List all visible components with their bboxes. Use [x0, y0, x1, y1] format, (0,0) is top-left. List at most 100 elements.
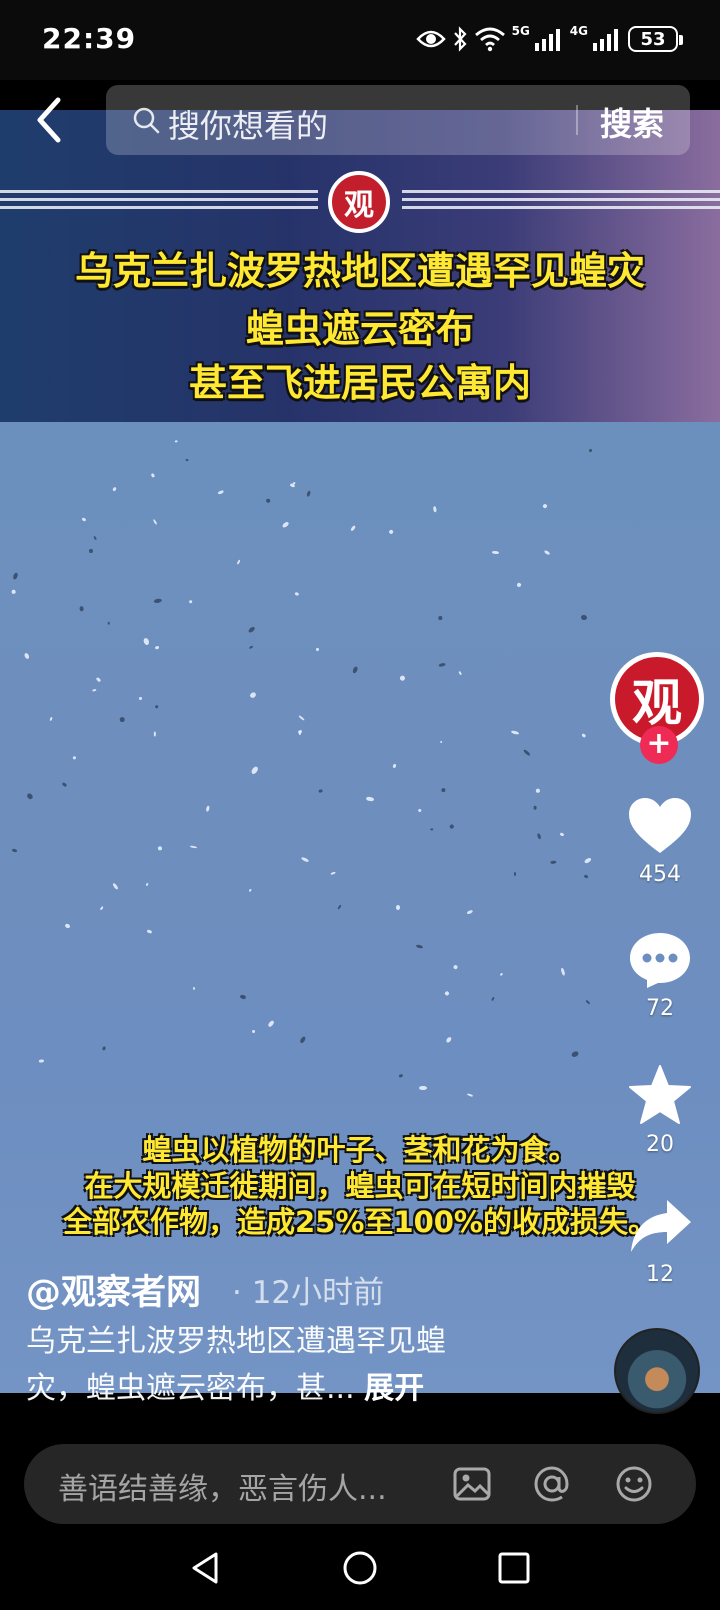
locust-speck [119, 716, 125, 722]
image-icon[interactable] [452, 1464, 492, 1504]
author-name[interactable]: @观察者网 [26, 1264, 201, 1315]
locust-speck [559, 832, 565, 837]
locust-speck [330, 870, 336, 875]
share-button[interactable]: 12 [620, 1196, 700, 1287]
status-icons: 5G 4G 53 [415, 22, 683, 56]
emoji-icon[interactable] [614, 1464, 654, 1504]
channel-logo-badge: 观 [328, 171, 390, 233]
locust-speck [23, 652, 30, 659]
locust-speck [153, 598, 162, 604]
video-caption-line3: 全部农作物，造成25%至100%的收成损失。 [62, 1205, 657, 1239]
share-count: 12 [646, 1262, 674, 1287]
favorite-button[interactable]: 20 [620, 1064, 700, 1157]
comment-button[interactable]: 72 [620, 930, 700, 1021]
at-icon[interactable] [532, 1464, 572, 1504]
locust-speck [398, 674, 406, 682]
locust-speck [532, 805, 537, 810]
locust-speck [251, 1029, 256, 1034]
locust-speck [111, 486, 117, 491]
description-line2: 灾，蝗虫遮云密布，甚... [26, 1371, 355, 1406]
locust-speck [89, 548, 94, 553]
locust-speck [151, 472, 156, 478]
comment-input-bar[interactable]: 善语结善缘，恶言伤人... [24, 1444, 696, 1524]
locust-speck [11, 848, 18, 853]
locust-speck [439, 740, 443, 744]
locust-speck [318, 788, 323, 793]
signal-4g-label: 4G [569, 24, 588, 38]
locust-speck [398, 1073, 404, 1079]
status-time: 22:39 [42, 22, 137, 55]
locust-speck [559, 967, 566, 976]
locust-speck [491, 550, 500, 555]
heart-icon [629, 798, 691, 853]
back-icon[interactable] [28, 92, 68, 148]
nav-recent-icon[interactable] [494, 1548, 534, 1588]
locust-speck [102, 1046, 107, 1052]
locust-speck [445, 1036, 453, 1044]
banner-stripes-left [0, 190, 318, 212]
comment-count: 72 [646, 996, 674, 1021]
comment-icon [630, 933, 690, 988]
locust-speck [294, 591, 300, 597]
locust-speck [93, 535, 98, 541]
locust-speck [589, 449, 593, 453]
video-title-line2: 蝗虫遮云密布 [245, 307, 474, 351]
nav-back-icon[interactable] [186, 1548, 226, 1588]
locust-speck [542, 503, 548, 509]
expand-button[interactable]: 展开 [364, 1371, 424, 1406]
locust-speck [152, 730, 156, 737]
signal-5g-icon [534, 29, 560, 51]
locust-speck [352, 665, 359, 674]
search-icon [133, 107, 160, 134]
battery-indicator: 53 [628, 26, 683, 52]
locust-speck [298, 731, 302, 736]
locust-speck [417, 808, 422, 813]
locust-speck [281, 520, 290, 529]
search-divider [576, 105, 578, 135]
locust-speck [157, 846, 163, 851]
locust-speck [537, 833, 543, 841]
locust-speck [95, 676, 102, 683]
locust-speck [513, 871, 516, 877]
locust-speck [583, 874, 590, 879]
locust-speck [139, 697, 143, 701]
locust-speck [429, 828, 434, 831]
locust-speck [440, 787, 446, 793]
locust-speck [49, 716, 53, 722]
locust-speck [250, 766, 260, 776]
locust-speck [218, 489, 225, 495]
video-title-line3: 甚至飞进居民公寓内 [188, 361, 531, 405]
like-button[interactable]: 454 [620, 796, 700, 887]
locust-speck [79, 606, 84, 613]
locust-speck [458, 671, 463, 676]
locust-speck [306, 490, 312, 497]
locust-speck [535, 787, 540, 793]
locust-speck [466, 1093, 473, 1098]
locust-speck [510, 730, 519, 736]
music-disc[interactable] [614, 1328, 700, 1414]
video-description[interactable]: 乌克兰扎波罗热地区遭遇罕见蝗 灾，蝗虫遮云密布，甚... 展开 [26, 1318, 546, 1412]
locust-speck [516, 582, 522, 588]
signal-4g-icon [593, 29, 618, 51]
locust-speck [451, 964, 459, 971]
locust-speck [185, 459, 190, 463]
locust-speck [142, 637, 150, 646]
locust-speck [396, 904, 401, 910]
favorite-count: 20 [646, 1132, 674, 1157]
locust-speck [337, 904, 342, 910]
search-bar[interactable]: 搜你想看的 搜索 [106, 85, 690, 155]
locust-speck [265, 498, 271, 503]
locust-speck [585, 999, 591, 1005]
locust-speck [154, 645, 160, 650]
follow-button[interactable]: + [640, 726, 678, 764]
search-input[interactable]: 搜你想看的 [168, 101, 328, 147]
comment-input[interactable]: 善语结善缘，恶言伤人... [58, 1464, 387, 1508]
search-button[interactable]: 搜索 [600, 99, 664, 145]
locust-speck [112, 882, 119, 890]
nav-home-icon[interactable] [340, 1548, 380, 1588]
wifi-icon [474, 27, 505, 52]
locust-speck [189, 845, 198, 849]
locust-speck [239, 994, 247, 1000]
locust-speck [499, 972, 504, 977]
video-player[interactable]: 观 乌克兰扎波罗热地区遭遇罕见蝗灾 蝗虫遮云密布 甚至飞进居民公寓内 蝗虫以植物… [0, 110, 720, 1393]
